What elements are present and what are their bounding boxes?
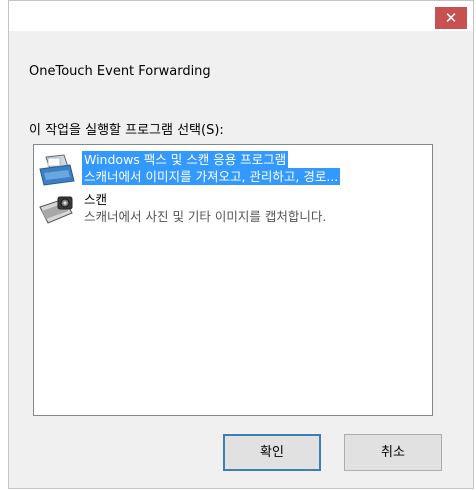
dialog-window: ✕ OneTouch Event Forwarding 이 작업을 실행할 프로…: [8, 0, 474, 489]
program-name: Windows 팩스 및 스캔 응용 프로그램: [82, 151, 289, 168]
program-description: 스캐너에서 사진 및 기타 이미지를 캡처합니다.: [84, 209, 327, 224]
close-icon: ✕: [444, 9, 458, 27]
cancel-button[interactable]: 취소: [344, 434, 442, 471]
list-item-scan[interactable]: 스캔 스캐너에서 사진 및 기타 이미지를 캡처합니다.: [36, 189, 428, 229]
app-name-label: OneTouch Event Forwarding: [29, 64, 211, 79]
close-button[interactable]: ✕: [435, 7, 467, 29]
ok-button[interactable]: 확인: [223, 434, 321, 471]
title-bar: ✕: [9, 1, 473, 31]
program-name: 스캔: [84, 192, 108, 207]
program-description: 스캐너에서 이미지를 가져오고, 관리하고, 경로...: [82, 168, 341, 185]
program-select-prompt: 이 작업을 실행할 프로그램 선택(S):: [29, 123, 224, 138]
program-listbox[interactable]: Windows 팩스 및 스캔 응용 프로그램 스캐너에서 이미지를 가져오고,…: [33, 144, 433, 416]
list-item-fax-scan[interactable]: Windows 팩스 및 스캔 응용 프로그램 스캐너에서 이미지를 가져오고,…: [36, 149, 428, 189]
camera-scanner-icon: [39, 196, 73, 224]
dialog-content: OneTouch Event Forwarding 이 작업을 실행할 프로그램…: [9, 31, 473, 488]
fax-scanner-icon: [39, 154, 75, 186]
